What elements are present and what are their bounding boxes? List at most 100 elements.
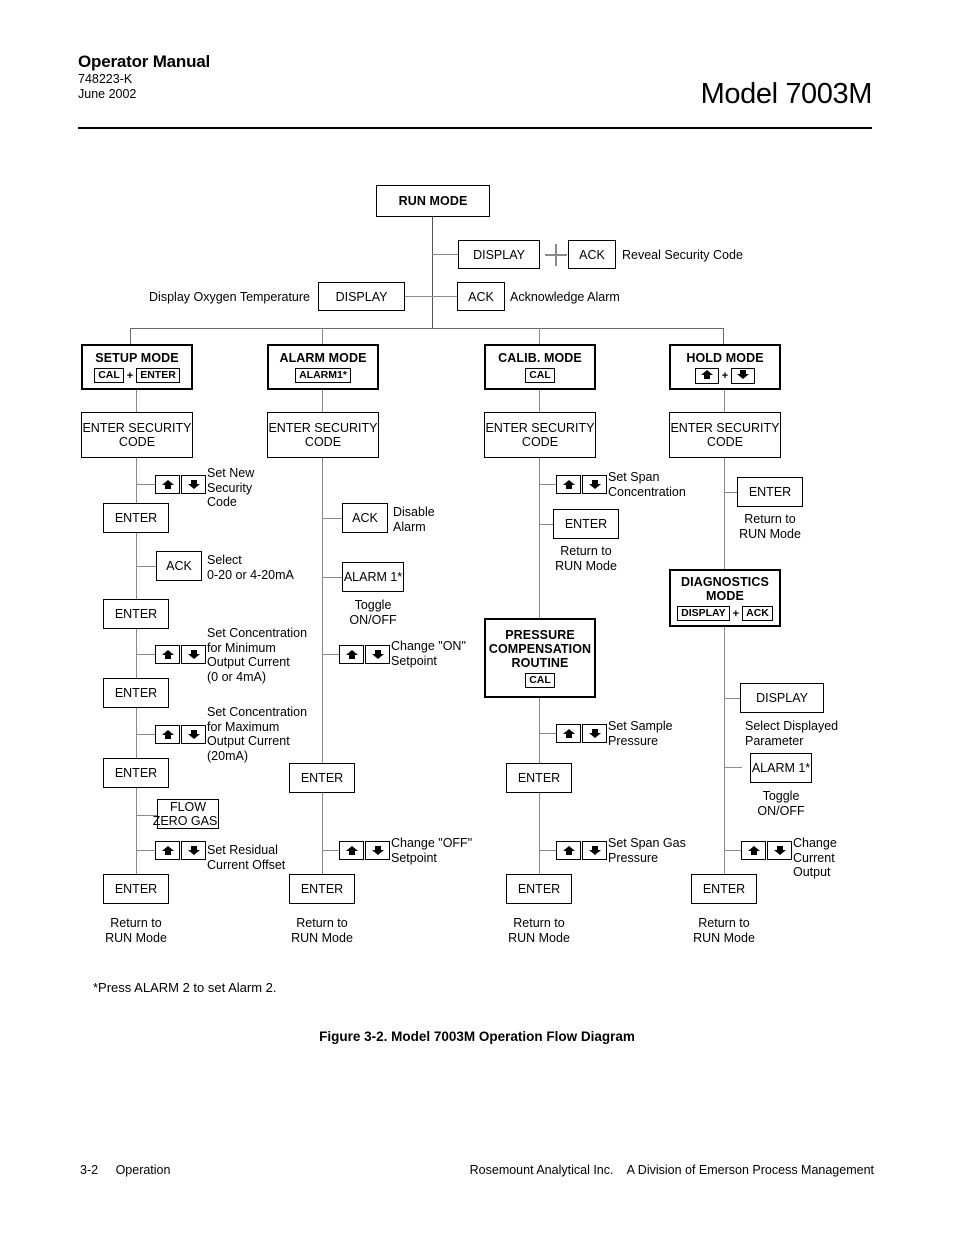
run-mode-box: RUN MODE [376,185,490,217]
section-name: Operation [115,1163,171,1177]
run-mode-label: RUN MODE [398,194,468,208]
hold-to-security-line [724,390,726,412]
calib-span-down-arrow-icon[interactable] [582,475,607,494]
calib-enter2-box: ENTER [506,763,572,793]
alarm-key-alarm1: ALARM1* [295,368,351,383]
diagnostics-key-ack: ACK [742,606,773,621]
calib-span-gas-down-arrow-icon[interactable] [582,841,607,860]
setup-step3-up-arrow-icon[interactable] [155,645,180,664]
hold-key-separator: + [721,369,729,382]
setup-enter5-label: ENTER [114,882,158,896]
setup-ack-box: ACK [156,551,202,581]
calib-sample-up-arrow-icon[interactable] [556,724,581,743]
hold-enter2-box: ENTER [691,874,757,904]
calib-enter2-label: ENTER [517,771,561,785]
hold-change-connector [724,850,742,852]
diagnostics-key-separator: + [732,607,740,620]
setup-enter1-label: ENTER [114,511,158,525]
setup-mode-keys: CAL + ENTER [94,368,180,383]
calib-sample-pressure-label: Set Sample Pressure [608,719,673,748]
reveal-display-key-box: DISPLAY [458,240,540,269]
figure-caption: Figure 3-2. Model 7003M Operation Flow D… [319,1029,635,1044]
diagnostics-mode-keys: DISPLAY + ACK [677,606,773,621]
acknowledge-ack-key-box: ACK [457,282,505,311]
hold-change-up-arrow-icon[interactable] [741,841,766,860]
alarm-on-setpoint-label: Change "ON" Setpoint [391,639,466,668]
alarm-to-security-line [322,390,324,412]
calib-span-gas-up-arrow-icon[interactable] [556,841,581,860]
bus-drop-calib [539,328,541,344]
alarm-enter1-label: ENTER [300,771,344,785]
hold-return1-label: Return to RUN Mode [739,512,801,541]
setup-enter5-box: ENTER [103,874,169,904]
setup-key-separator: + [126,369,134,382]
hold-enter1-box: ENTER [737,477,803,507]
reveal-connector [432,254,458,256]
mode-distribution-bus [130,328,724,344]
calib-mode-box: CALIB. MODE CAL [484,344,596,390]
setup-ack-label: ACK [166,559,192,573]
hold-change-output-label: Change Current Output [793,836,837,879]
alarm-ack-label: ACK [352,511,378,525]
setup-enter3-box: ENTER [103,678,169,708]
hold-enter1-label: ENTER [748,485,792,499]
setup-enter2-label: ENTER [114,607,158,621]
calib-mode-keys: CAL [525,368,555,383]
calib-return1-label: Return to RUN Mode [555,544,617,573]
calib-span-connector [539,484,557,486]
setup-step5-label: Set Residual Current Offset [207,843,286,872]
acknowledge-display-key-label: DISPLAY [335,289,388,304]
diagnostics-mode-box: DIAGNOSTICS MODE DISPLAY + ACK [669,569,781,627]
reveal-display-key-label: DISPLAY [473,247,525,262]
display-oxygen-temperature-label: Display Oxygen Temperature [149,290,310,304]
setup-step5-down-arrow-icon[interactable] [181,841,206,860]
footer-company: Rosemount Analytical Inc. A Division of … [469,1163,874,1177]
hold-security-code-box: ENTER SECURITY CODE [669,412,781,458]
alarm-off-setpoint-label: Change "OFF" Setpoint [391,836,473,865]
setup-step5-up-arrow-icon[interactable] [155,841,180,860]
setup-step1-down-arrow-icon[interactable] [181,475,206,494]
pressure-compensation-keys: CAL [525,673,555,688]
hold-return2-label: Return to RUN Mode [693,916,755,945]
setup-step4-down-arrow-icon[interactable] [181,725,206,744]
setup-key-enter: ENTER [136,368,180,383]
alarm-off-up-arrow-icon[interactable] [339,841,364,860]
hold-mode-label: HOLD MODE [686,350,764,365]
alarm-off-down-arrow-icon[interactable] [365,841,390,860]
setup-enter3-label: ENTER [114,686,158,700]
plus-icon [545,244,567,266]
setup-step4-up-arrow-icon[interactable] [155,725,180,744]
footer-left: 3-2 Operation [80,1163,170,1177]
hold-change-down-arrow-icon[interactable] [767,841,792,860]
hold-display-label: DISPLAY [756,691,808,705]
alarm-off-connector [322,850,340,852]
calib-enter1-box: ENTER [553,509,619,539]
calib-sample-down-arrow-icon[interactable] [582,724,607,743]
acknowledge-display-key-box: DISPLAY [318,282,405,311]
alarm-on-down-arrow-icon[interactable] [365,645,390,664]
setup-enter2-box: ENTER [103,599,169,629]
alarm-security-code-label: ENTER SECURITY CODE [268,421,378,449]
setup-to-security-line [136,390,138,412]
calib-security-code-box: ENTER SECURITY CODE [484,412,596,458]
setup-enter4-label: ENTER [114,766,158,780]
setup-step3-down-arrow-icon[interactable] [181,645,206,664]
setup-step1-up-arrow-icon[interactable] [155,475,180,494]
calib-span-up-arrow-icon[interactable] [556,475,581,494]
hold-security-code-label: ENTER SECURITY CODE [670,421,780,449]
pressure-key-cal: CAL [525,673,555,688]
calib-span-label: Set Span Concentration [608,470,686,499]
page-number: 3-2 [80,1163,99,1177]
alarm-on-up-arrow-icon[interactable] [339,645,364,664]
reveal-ack-key-label: ACK [579,247,605,262]
setup-flow-line1: FLOW [169,800,207,814]
calib-mode-label: CALIB. MODE [498,351,582,365]
calib-span-gas-pressure-label: Set Span Gas Pressure [608,836,686,865]
alarm-column-spine [322,458,324,890]
footnote: *Press ALARM 2 to set Alarm 2. [93,980,277,995]
setup-flow-line2: ZERO GAS [152,814,218,828]
alarm-mode-label: ALARM MODE [279,351,367,365]
calib-to-security-line [539,390,541,412]
calib-key-cal: CAL [525,368,555,383]
calib-span-gas-connector [539,850,557,852]
